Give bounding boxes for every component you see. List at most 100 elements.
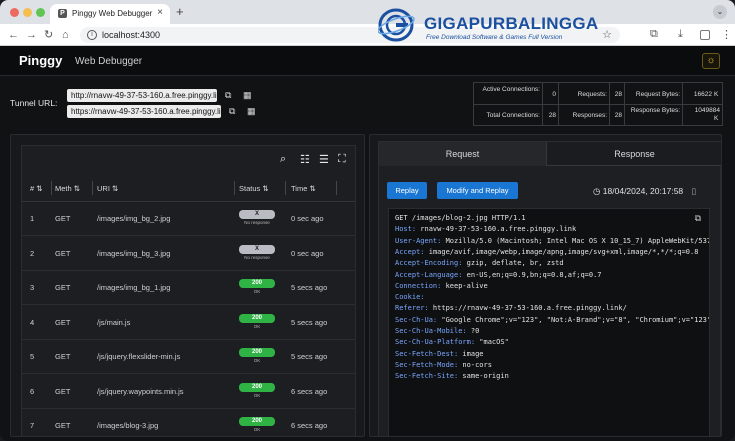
tab-favicon-icon: P <box>58 9 67 18</box>
raw-request-line: Accept-Language: en-US,en;q=0.9,bn;q=0.8… <box>395 271 602 279</box>
col-header-uri[interactable]: URI ⇅ <box>97 184 118 193</box>
maximize-window-button[interactable] <box>36 8 45 17</box>
download-icon[interactable]: ⤓ <box>678 28 683 41</box>
row-number: 2 <box>30 248 35 258</box>
row-method: GET <box>55 352 71 361</box>
request-bytes-label: Request Bytes: <box>635 91 680 98</box>
tunnel-url-https[interactable]: https://rnavw-49-37-53-160.a.free.pinggy… <box>67 105 229 118</box>
copy-icon[interactable]: ⧉ <box>695 213 701 224</box>
raw-request-line: Sec-Fetch-Dest: image <box>395 350 484 358</box>
copy-https-url-icon[interactable]: ⧉ <box>229 107 238 116</box>
browser-tab-bar: P Pinggy Web Debugger × + ⌄ <box>0 0 735 24</box>
raw-request-line: Sec-Ch-Ua: "Google Chrome";v="123", "Not… <box>395 316 709 324</box>
header-key: Sec-Fetch-Dest: <box>395 349 459 358</box>
delete-icon[interactable]: ▯ <box>692 186 697 196</box>
row-number: 4 <box>30 317 35 327</box>
table-row[interactable]: 6 GET/js/jquery.waypoints.min.js 200 OK 6 se… <box>22 375 355 409</box>
row-uri: /images/img_bg_3.jpg <box>97 248 171 258</box>
replay-button[interactable]: Replay <box>387 182 427 199</box>
raw-request-line: Accept: image/avif,image/webp,image/apng… <box>395 248 698 256</box>
search-icon[interactable]: ⌕ <box>280 153 286 166</box>
row-time: 5 secs ago <box>291 352 328 361</box>
table-row[interactable]: 3 GET/images/img_bg_1.jpg 200 OK 5 secs ago <box>22 271 355 305</box>
row-method: GET <box>55 386 71 396</box>
copy-http-url-icon[interactable]: ⧉ <box>225 91 234 100</box>
col-header-status[interactable]: Status ⇅ <box>239 184 269 193</box>
header-value: "macOS" <box>475 338 509 347</box>
table-row[interactable]: 5 GET/js/jquery.flexslider-min.js 200 OK 5 s… <box>22 340 355 374</box>
col-header-time[interactable]: Time ⇅ <box>291 184 316 193</box>
total-connections-value: 28 <box>548 112 556 119</box>
status-badge: 200 <box>239 279 275 288</box>
row-time: 5 secs ago <box>291 283 328 292</box>
header-key: Accept-Encoding: <box>395 259 463 268</box>
status-badge: 200 <box>239 382 275 392</box>
row-method: GET <box>55 421 71 430</box>
row-uri: /images/blog-3.jpg <box>97 421 159 430</box>
browser-menu-icon[interactable]: ⋮ <box>721 28 732 41</box>
filter-icon[interactable]: ☰ <box>319 153 329 166</box>
table-row[interactable]: 4 GET/js/main.js 200 OK 5 secs ago <box>22 306 355 340</box>
reload-icon[interactable]: ↻ <box>44 28 53 42</box>
header-key: Cookie: <box>395 293 425 302</box>
header-value: GET /images/blog-2.jpg HTTP/1.1 <box>395 214 526 222</box>
row-number: 3 <box>30 283 35 292</box>
site-info-icon[interactable]: i <box>87 30 97 40</box>
app-brand: Pinggy <box>19 53 63 68</box>
watermark: GIGAPURBALINGGA Free Download Software &… <box>378 7 598 43</box>
status-text: OK <box>253 392 261 398</box>
sidebar-icon[interactable] <box>700 30 710 40</box>
row-time: 6 secs ago <box>291 386 328 396</box>
tunnel-url-http[interactable]: http://rnavw-49-37-53-160.a.free.pinggy.… <box>67 89 225 102</box>
browser-window: P Pinggy Web Debugger × + ⌄ ← → ↻ ⌂ i lo… <box>0 0 735 441</box>
request-table: ⌕ ☷ ☰ ⛶ # ⇅ Meth ⇅ URI ⇅ Status ⇅ Time ⇅… <box>21 145 356 436</box>
watermark-logo-icon <box>378 8 415 42</box>
close-window-button[interactable] <box>10 8 19 17</box>
col-header-method[interactable]: Meth ⇅ <box>55 184 80 193</box>
status-badge: X <box>239 244 275 254</box>
new-tab-button[interactable]: + <box>176 4 184 19</box>
fullscreen-icon[interactable]: ⛶ <box>338 153 346 166</box>
back-arrow-icon[interactable]: ← <box>8 28 19 42</box>
tab-response[interactable]: Response <box>547 142 721 166</box>
header-key: Connection: <box>395 281 442 290</box>
raw-request-line: Host: rnavw-49-37-53-160.a.free.pinggy.l… <box>395 225 576 233</box>
address-text: localhost:4300 <box>102 30 161 40</box>
table-row[interactable]: 2 GET/images/img_bg_3.jpg X No response 0 se… <box>22 237 355 271</box>
forward-arrow-icon[interactable]: → <box>26 28 37 42</box>
qr-http-url-icon[interactable]: ▦ <box>243 91 252 100</box>
request-bytes-value: 16622 <box>693 91 712 98</box>
app-header: Pinggy Web Debugger ☼ <box>0 46 735 76</box>
header-value: keep-alive <box>441 281 488 290</box>
columns-icon[interactable]: ☷ <box>300 153 310 166</box>
bookmark-star-icon[interactable]: ☆ <box>602 28 612 41</box>
browser-tab[interactable]: P Pinggy Web Debugger × <box>50 4 170 24</box>
extensions-icon[interactable]: ⧉ <box>650 28 658 41</box>
raw-request-line: Connection: keep-alive <box>395 282 488 290</box>
header-value: image/avif,image/webp,image/apng,image/s… <box>424 247 699 256</box>
request-timestamp: 18/04/2024, 20:17:58 <box>602 186 684 196</box>
col-header-number[interactable]: # ⇅ <box>30 184 43 193</box>
row-method: GET <box>55 317 71 327</box>
status-text: OK <box>253 427 261 432</box>
row-method: GET <box>55 248 71 258</box>
minimize-window-button[interactable] <box>23 8 32 17</box>
table-row[interactable]: 7 GET/images/blog-3.jpg 200 OK 6 secs ago <box>22 409 355 436</box>
raw-request-line: User-Agent: Mozilla/5.0 (Macintosh; Inte… <box>395 237 709 245</box>
status-text: OK <box>253 358 261 363</box>
response-bytes-label: Response Bytes: <box>630 107 680 114</box>
modify-and-replay-button[interactable]: Modify and Replay <box>437 182 518 199</box>
table-row[interactable]: 1 GET/images/img_bg_2.jpg X No response 0 se… <box>22 202 355 236</box>
tab-search-chevron-icon[interactable]: ⌄ <box>713 5 727 19</box>
watermark-subtitle: Free Download Software & Games Full Vers… <box>426 34 563 41</box>
qr-https-url-icon[interactable]: ▦ <box>247 107 256 116</box>
tab-request[interactable]: Request <box>379 142 547 166</box>
home-icon[interactable]: ⌂ <box>62 28 69 42</box>
tunnel-url-label: Tunnel URL: <box>10 98 58 108</box>
row-number: 6 <box>30 386 35 396</box>
theme-toggle-sun-icon[interactable]: ☼ <box>702 53 720 69</box>
tab-close-icon[interactable]: × <box>157 7 163 18</box>
raw-request-line: Sec-Ch-Ua-Platform: "macOS" <box>395 338 509 346</box>
responses-label: Responses: <box>572 112 607 119</box>
row-time: 0 sec ago <box>291 248 324 258</box>
